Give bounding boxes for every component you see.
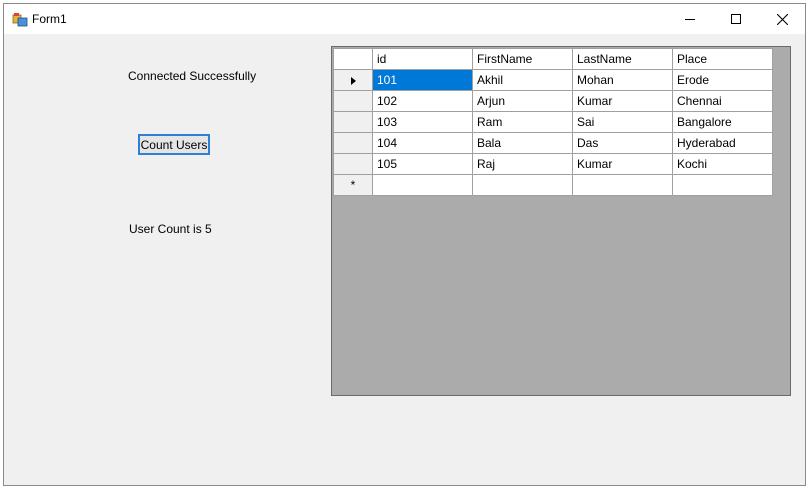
cell-id[interactable]: 105 bbox=[372, 153, 473, 175]
current-row-arrow-icon bbox=[350, 76, 356, 85]
cell-place[interactable]: Hyderabad bbox=[672, 132, 773, 154]
cell-id[interactable]: 101 bbox=[372, 69, 473, 91]
row-header[interactable] bbox=[333, 111, 373, 133]
table-row[interactable]: 103 Ram Sai Bangalore bbox=[333, 111, 773, 133]
header-row: id FirstName LastName Place bbox=[333, 48, 773, 70]
cell-firstname[interactable]: Arjun bbox=[472, 90, 573, 112]
new-cell-lastname[interactable] bbox=[572, 174, 673, 196]
minimize-icon bbox=[685, 19, 695, 20]
row-header-current[interactable] bbox=[333, 69, 373, 91]
cell-lastname[interactable]: Kumar bbox=[572, 90, 673, 112]
row-header[interactable] bbox=[333, 153, 373, 175]
new-cell-id[interactable] bbox=[372, 174, 473, 196]
close-icon bbox=[776, 13, 788, 25]
table-row[interactable]: 105 Raj Kumar Kochi bbox=[333, 153, 773, 175]
users-data-grid[interactable]: id FirstName LastName Place 101 Akhil Mo… bbox=[331, 46, 791, 396]
maximize-icon bbox=[731, 14, 741, 24]
new-row[interactable]: * bbox=[333, 174, 773, 196]
cell-id[interactable]: 103 bbox=[372, 111, 473, 133]
maximize-button[interactable] bbox=[713, 4, 759, 34]
count-users-button[interactable]: Count Users bbox=[138, 134, 210, 155]
cell-place[interactable]: Bangalore bbox=[672, 111, 773, 133]
connection-status-label: Connected Successfully bbox=[128, 69, 257, 83]
title-bar[interactable]: Form1 bbox=[4, 4, 805, 34]
app-icon bbox=[12, 13, 28, 27]
table-row[interactable]: 101 Akhil Mohan Erode bbox=[333, 69, 773, 91]
new-cell-place[interactable] bbox=[672, 174, 773, 196]
cell-lastname[interactable]: Das bbox=[572, 132, 673, 154]
new-row-header[interactable]: * bbox=[333, 174, 373, 196]
cell-firstname[interactable]: Raj bbox=[472, 153, 573, 175]
users-table: id FirstName LastName Place 101 Akhil Mo… bbox=[333, 48, 773, 196]
row-header[interactable] bbox=[333, 90, 373, 112]
column-header-lastname[interactable]: LastName bbox=[572, 48, 673, 70]
row-header[interactable] bbox=[333, 132, 373, 154]
minimize-button[interactable] bbox=[667, 4, 713, 34]
column-header-place[interactable]: Place bbox=[672, 48, 773, 70]
table-row[interactable]: 104 Bala Das Hyderabad bbox=[333, 132, 773, 154]
cell-lastname[interactable]: Kumar bbox=[572, 153, 673, 175]
cell-firstname[interactable]: Ram bbox=[472, 111, 573, 133]
cell-firstname[interactable]: Akhil bbox=[472, 69, 573, 91]
cell-place[interactable]: Kochi bbox=[672, 153, 773, 175]
close-button[interactable] bbox=[759, 4, 805, 34]
cell-lastname[interactable]: Sai bbox=[572, 111, 673, 133]
cell-id[interactable]: 102 bbox=[372, 90, 473, 112]
table-row[interactable]: 102 Arjun Kumar Chennai bbox=[333, 90, 773, 112]
window-title: Form1 bbox=[32, 12, 67, 26]
cell-place[interactable]: Chennai bbox=[672, 90, 773, 112]
cell-place[interactable]: Erode bbox=[672, 69, 773, 91]
cell-firstname[interactable]: Bala bbox=[472, 132, 573, 154]
form1-window: Form1 Connected Successfully Count Users… bbox=[3, 3, 806, 486]
new-cell-firstname[interactable] bbox=[472, 174, 573, 196]
column-header-firstname[interactable]: FirstName bbox=[472, 48, 573, 70]
cell-lastname[interactable]: Mohan bbox=[572, 69, 673, 91]
cell-id[interactable]: 104 bbox=[372, 132, 473, 154]
user-count-label: User Count is 5 bbox=[129, 222, 212, 236]
column-header-id[interactable]: id bbox=[372, 48, 473, 70]
corner-header-cell[interactable] bbox=[333, 48, 373, 70]
